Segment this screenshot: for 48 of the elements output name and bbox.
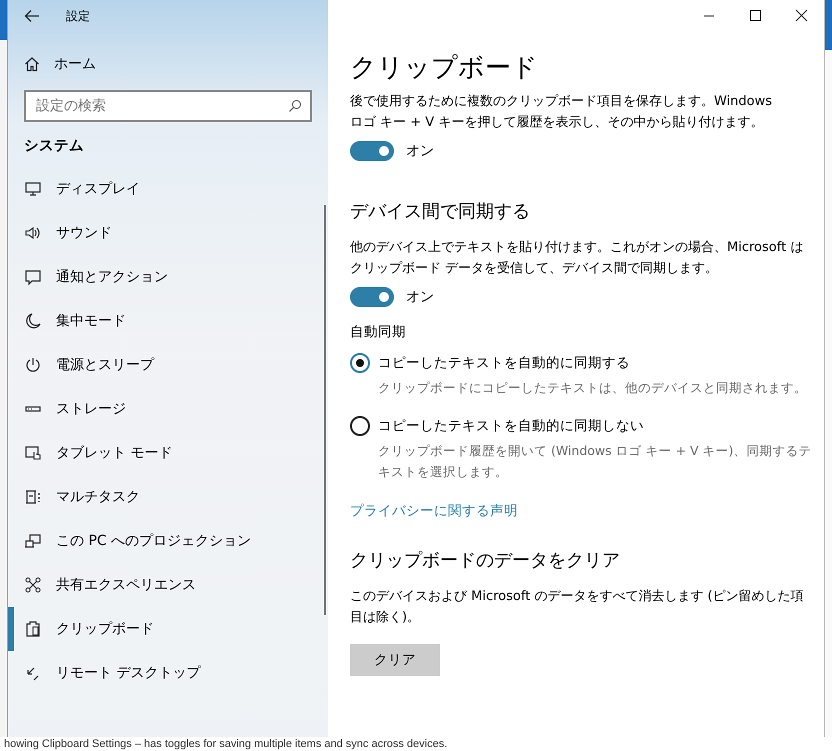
search-icon <box>288 99 302 113</box>
radio-label: コピーしたテキストを自動的に同期する <box>378 354 631 372</box>
description-text: 後で使用するために複数のクリップボード項目を保存します。Windows ロゴ キー + V キーを押して履歴を表示し、その中から貼り付けます。 <box>350 93 774 132</box>
message-icon <box>24 268 42 286</box>
radio-label: コピーしたテキストを自動的に同期しない <box>378 417 645 435</box>
nav-item[interactable]: マルチタスク <box>8 475 328 519</box>
page-title: クリップボード <box>350 52 539 85</box>
radio-button[interactable] <box>350 353 370 373</box>
section-heading: システム <box>23 137 85 156</box>
nav-item[interactable]: 共有エクスペリエンス <box>8 563 328 607</box>
option-description: クリップボードにコピーしたテキストは、他のデバイスと同期されます。 <box>378 379 808 397</box>
toggle-label: オン <box>406 142 434 160</box>
nav-item[interactable]: リモート デスクトップ <box>8 651 328 695</box>
caption-text: howing Clipboard Settings – has toggles for saving multiple items and sync across devices. <box>0 737 832 751</box>
tablet-icon <box>24 444 42 462</box>
description-text: 他のデバイス上でテキストを貼り付けます。これがオンの場合、Microsoft はクリップボード データを受信して、デバイス間で同期します。 <box>350 239 804 278</box>
nav-item[interactable]: サウンド <box>8 211 328 255</box>
display-icon <box>24 180 42 198</box>
home-icon <box>24 56 40 72</box>
section-heading: デバイス間で同期する <box>350 200 531 223</box>
power-icon <box>24 356 42 374</box>
projection-icon <box>24 532 42 550</box>
toggle-switch[interactable] <box>350 141 394 161</box>
nav-item[interactable]: タブレット モード <box>8 431 328 475</box>
sound-icon <box>24 224 42 242</box>
nav-item[interactable]: ストレージ <box>8 387 328 431</box>
description-text: このデバイスおよび Microsoft のデータをすべて消去します (ピン留めした項目は除く)。 <box>350 588 804 627</box>
nav-item[interactable]: この PC へのプロジェクション <box>8 519 328 563</box>
nav-item[interactable]: 電源とスリープ <box>8 343 328 387</box>
search-field[interactable]: 設定の検索 <box>24 90 312 122</box>
moon-icon <box>24 312 42 330</box>
privacy-link[interactable]: プライバシーに関する声明 <box>350 502 518 520</box>
subheading: 自動同期 <box>350 323 407 341</box>
toggle-switch[interactable] <box>350 287 394 307</box>
home-nav-item[interactable]: ホーム <box>8 40 328 88</box>
radio-button[interactable] <box>350 416 370 436</box>
back-arrow-icon[interactable] <box>24 9 40 23</box>
nav-item[interactable]: ディスプレイ <box>8 167 328 211</box>
nav-item[interactable]: 通知とアクション <box>8 255 328 299</box>
clear-button[interactable]: クリア <box>350 644 440 676</box>
nav-item[interactable]: 集中モード <box>8 299 328 343</box>
option-description: クリップボード履歴を開いて (Windows ロゴ キー + V キー)、同期するテキストを選択します。 <box>378 442 812 481</box>
section-heading: クリップボードのデータをクリア <box>350 549 621 572</box>
multitask-icon <box>24 488 42 506</box>
window-title: 設定 <box>66 8 90 24</box>
toggle-label: オン <box>406 288 434 306</box>
share-icon <box>24 576 42 594</box>
clipboard-icon <box>24 620 42 638</box>
